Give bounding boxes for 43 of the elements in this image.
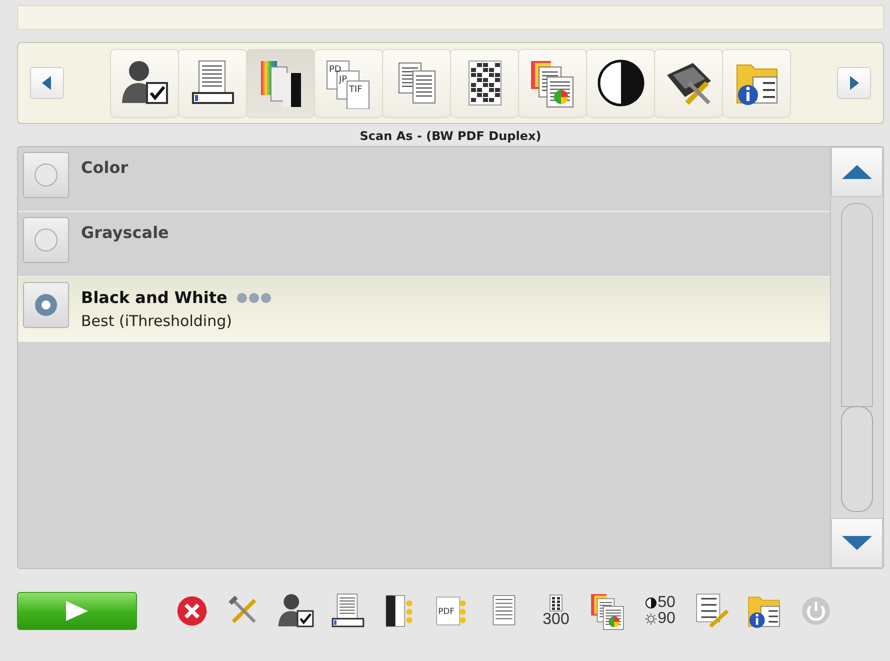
toolbar-tab[interactable] — [382, 48, 451, 118]
toolbar-tab[interactable] — [654, 48, 723, 118]
toolbar-tab[interactable] — [110, 48, 179, 118]
section-title: Scan As - (BW PDF Duplex) — [358, 128, 542, 145]
toolbar-tab[interactable] — [246, 48, 315, 118]
option-row[interactable]: Black and White Best (iThresholding) — [18, 277, 830, 342]
toolbar-tab[interactable] — [586, 48, 655, 118]
contrast-icon — [644, 597, 657, 609]
option-label: Color — [81, 158, 128, 177]
icon-label: TIF — [348, 85, 362, 95]
start-button[interactable] — [17, 592, 137, 630]
option-label: Black and White — [81, 288, 228, 307]
right-arrow-icon — [849, 76, 859, 90]
up-arrow-icon — [842, 165, 872, 179]
radio-button[interactable] — [23, 152, 69, 198]
radio-dot-icon — [34, 293, 58, 317]
option-row[interactable]: Color — [18, 147, 830, 212]
option-detail: Best (iThresholding) — [81, 312, 233, 330]
toolbar-tab[interactable] — [178, 48, 247, 118]
play-icon — [64, 599, 90, 623]
icon-label: PD — [328, 65, 341, 75]
toolbar-tab[interactable] — [722, 48, 791, 118]
dither-pattern-icon — [548, 594, 563, 612]
radio-button[interactable] — [23, 282, 69, 328]
radio-button[interactable] — [23, 217, 69, 263]
down-arrow-icon — [842, 536, 872, 550]
scroll-left-button[interactable] — [30, 67, 64, 99]
option-label: Grayscale — [81, 223, 169, 242]
brightness-contrast-button[interactable]: 50 90 — [635, 589, 685, 633]
scroll-thumb[interactable] — [841, 406, 873, 512]
scroll-down-button[interactable] — [831, 518, 883, 568]
resolution-button[interactable]: 300 — [531, 589, 581, 633]
left-arrow-icon — [42, 76, 52, 90]
icon-label: JP — [338, 75, 347, 85]
brightness-icon — [644, 613, 657, 625]
scroll-up-button[interactable] — [831, 147, 883, 197]
radio-circle-icon — [34, 163, 58, 187]
toolbar-tab[interactable]: PD JP TIF — [314, 48, 383, 118]
scroll-right-button[interactable] — [837, 67, 871, 99]
icon-label: PDF — [438, 606, 455, 616]
toolbar-tab[interactable] — [450, 48, 519, 118]
pdf-stars-button[interactable]: PDF — [427, 589, 477, 633]
radio-circle-icon — [34, 228, 58, 252]
